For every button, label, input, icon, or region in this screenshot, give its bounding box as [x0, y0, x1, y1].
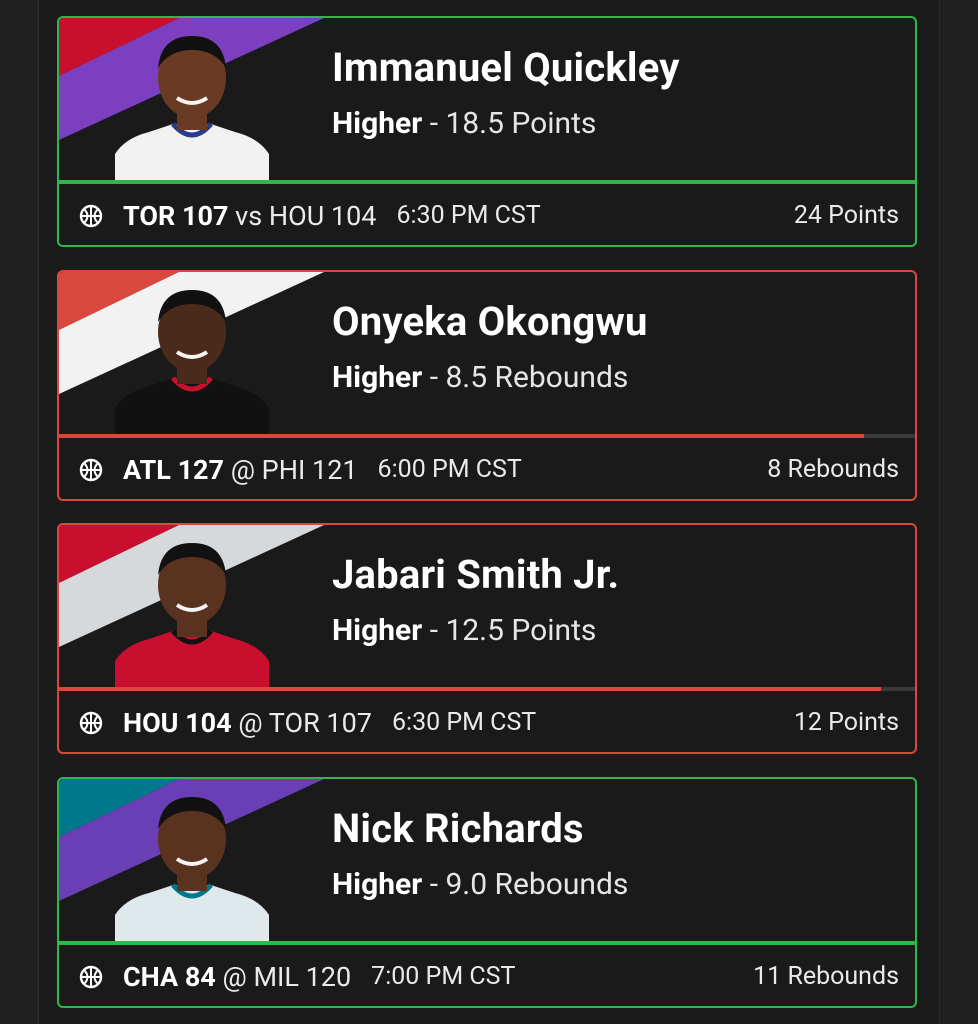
- game-score: ATL 127 @ PHI 121: [123, 454, 358, 486]
- pick-card-header: Jabari Smith Jr. Higher - 12.5 Points: [59, 525, 915, 687]
- player-name: Nick Richards: [332, 805, 584, 852]
- actual-result: 24 Points: [793, 201, 899, 230]
- game-info-row: ATL 127 @ PHI 121 6:00 PM CST 8 Rebounds: [59, 438, 915, 499]
- pick-stat-line: 9.0 Rebounds: [445, 867, 629, 902]
- pick-card-header: Nick Richards Higher - 9.0 Rebounds: [59, 779, 915, 941]
- basketball-icon: [79, 458, 103, 481]
- opponent-score: @ TOR 107: [231, 706, 372, 739]
- player-team-score: HOU 104: [123, 706, 232, 739]
- pick-direction: Higher: [332, 360, 423, 395]
- player-headshot: [115, 543, 269, 687]
- opponent-score: @ MIL 120: [215, 960, 352, 993]
- pick-separator: -: [422, 613, 446, 648]
- player-headshot: [115, 290, 269, 434]
- pick-card[interactable]: Immanuel Quickley Higher - 18.5 Points T…: [57, 16, 917, 247]
- pick-separator: -: [422, 360, 446, 395]
- player-team-score: CHA 84: [123, 960, 216, 993]
- pick-stat-line: 8.5 Rebounds: [445, 360, 629, 395]
- player-headshot: [115, 797, 269, 941]
- pick-direction: Higher: [332, 867, 423, 902]
- pick-stat-line: 18.5 Points: [445, 106, 597, 141]
- actual-result: 11 Rebounds: [753, 962, 899, 991]
- pick-card[interactable]: Jabari Smith Jr. Higher - 12.5 Points HO…: [57, 523, 917, 754]
- pick-direction: Higher: [332, 613, 423, 648]
- pick-line: Higher - 12.5 Points: [332, 613, 596, 648]
- game-score: TOR 107 vs HOU 104: [123, 200, 376, 232]
- pick-separator: -: [422, 867, 446, 902]
- player-name: Onyeka Okongwu: [332, 298, 648, 345]
- pick-line: Higher - 9.0 Rebounds: [332, 867, 628, 902]
- player-team-score: ATL 127: [123, 453, 225, 486]
- game-time: 6:00 PM CST: [377, 455, 522, 484]
- game-score: HOU 104 @ TOR 107: [123, 707, 372, 739]
- player-name: Immanuel Quickley: [332, 44, 680, 91]
- opponent-score: vs HOU 104: [228, 199, 377, 232]
- basketball-icon: [79, 204, 103, 227]
- pick-card-header: Immanuel Quickley Higher - 18.5 Points: [59, 18, 915, 180]
- pick-card-header: Onyeka Okongwu Higher - 8.5 Rebounds: [59, 272, 915, 434]
- game-info-row: HOU 104 @ TOR 107 6:30 PM CST 12 Points: [59, 691, 915, 752]
- pick-card[interactable]: Nick Richards Higher - 9.0 Rebounds CHA …: [57, 777, 917, 1008]
- pick-stat-line: 12.5 Points: [445, 613, 597, 648]
- basketball-icon: [79, 711, 103, 734]
- pick-line: Higher - 18.5 Points: [332, 106, 596, 141]
- pick-separator: -: [422, 106, 446, 141]
- actual-result: 12 Points: [793, 708, 899, 737]
- actual-result: 8 Rebounds: [767, 455, 899, 484]
- game-time: 7:00 PM CST: [371, 962, 516, 991]
- player-team-score: TOR 107: [123, 199, 229, 232]
- player-name: Jabari Smith Jr.: [332, 551, 620, 598]
- player-headshot: [115, 36, 269, 180]
- pick-line: Higher - 8.5 Rebounds: [332, 360, 628, 395]
- game-time: 6:30 PM CST: [396, 201, 541, 230]
- opponent-score: @ PHI 121: [224, 453, 358, 486]
- game-score: CHA 84 @ MIL 120: [123, 961, 351, 993]
- basketball-icon: [79, 965, 103, 988]
- pick-direction: Higher: [332, 106, 423, 141]
- game-time: 6:30 PM CST: [391, 708, 537, 737]
- game-info-row: CHA 84 @ MIL 120 7:00 PM CST 11 Rebounds: [59, 945, 915, 1006]
- game-info-row: TOR 107 vs HOU 104 6:30 PM CST 24 Points: [59, 184, 915, 245]
- pick-card[interactable]: Onyeka Okongwu Higher - 8.5 Rebounds ATL…: [57, 270, 917, 501]
